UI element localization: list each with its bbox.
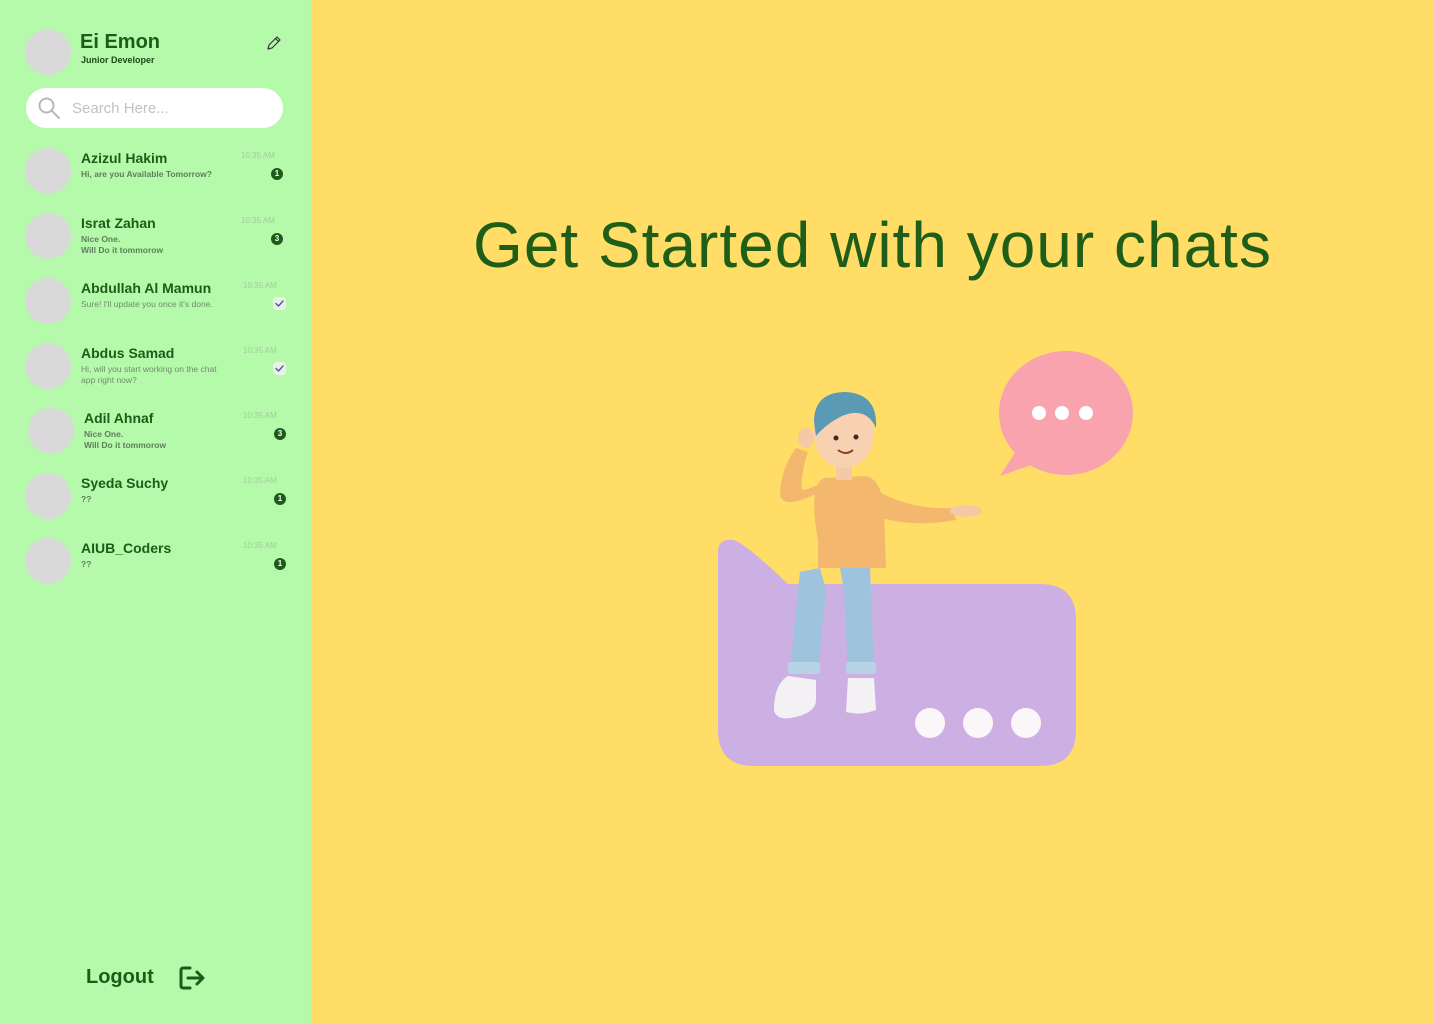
chat-avatar — [25, 213, 71, 259]
chat-avatar — [25, 538, 71, 584]
sidebar: Ei Emon Junior Developer Azizul Hakim Hi,… — [0, 0, 311, 1024]
pink-speech-bubble-icon — [999, 351, 1133, 476]
profile-name: Ei Emon — [80, 31, 161, 53]
unread-count-badge: 1 — [274, 558, 286, 570]
logout-label: Logout — [86, 966, 154, 988]
profile-avatar[interactable] — [25, 29, 71, 75]
unread-count-badge: 3 — [271, 233, 283, 245]
chat-name: Syeda Suchy — [81, 475, 169, 491]
chat-last-message: Hi, will you start working on the chat a… — [81, 364, 217, 385]
chat-list-item[interactable]: AIUB_Coders?? 10:35 AM 1 — [0, 538, 311, 598]
chat-illustration — [690, 340, 1150, 780]
chat-name: Abdus Samad — [81, 345, 175, 361]
unread-count-badge: 1 — [271, 168, 283, 180]
search-input[interactable] — [72, 96, 267, 120]
chat-time: 10:35 AM — [243, 476, 277, 485]
chat-list-item[interactable]: Israt Zahan Nice One. Will Do it tommorow… — [0, 213, 311, 273]
chat-time: 10:35 AM — [243, 281, 277, 290]
logout-icon — [178, 965, 208, 991]
profile-role: Junior Developer — [81, 55, 155, 65]
chat-avatar — [25, 473, 71, 519]
chat-last-message: Sure! I'll update you once it's done. — [81, 299, 213, 309]
chat-last-message: ?? — [81, 559, 92, 569]
chat-avatar — [25, 278, 71, 324]
chat-list-item[interactable]: Adil Ahnaf Nice One. Will Do it tommorow 1… — [0, 408, 311, 468]
chat-list-item[interactable]: Azizul Hakim Hi, are you Available Tomorr… — [0, 148, 311, 208]
chat-time: 10:35 AM — [243, 346, 277, 355]
chat-name: Israt Zahan — [81, 215, 156, 231]
chat-time: 10:35 AM — [241, 151, 275, 160]
search-bar — [26, 88, 283, 128]
chat-last-message: ?? — [81, 494, 92, 504]
chat-last-message: Hi, are you Available Tomorrow? — [81, 169, 212, 179]
chat-avatar — [25, 148, 71, 194]
chat-name: Abdullah Al Mamun — [81, 280, 212, 296]
purple-chat-bubble-icon — [718, 539, 1076, 766]
chat-list-item[interactable]: Syeda Suchy?? 10:35 AM 1 — [0, 473, 311, 533]
chat-avatar — [28, 408, 74, 454]
read-check-icon — [273, 297, 286, 310]
chat-time: 10:35 AM — [241, 216, 275, 225]
chat-name: Adil Ahnaf — [84, 410, 154, 426]
unread-count-badge: 1 — [274, 493, 286, 505]
unread-count-badge: 3 — [274, 428, 286, 440]
chat-list-item[interactable]: Abdus Samad Hi, will you start working on… — [0, 343, 311, 403]
page-title: Get Started with your chats — [473, 209, 1272, 281]
chat-avatar — [25, 343, 71, 389]
chat-name: Azizul Hakim — [81, 150, 168, 166]
chat-name: AIUB_Coders — [81, 540, 172, 556]
chat-last-message: Nice One. Will Do it tommorow — [84, 429, 167, 450]
chat-time: 10:35 AM — [243, 411, 277, 420]
chat-last-message: Nice One. Will Do it tommorow — [81, 234, 164, 255]
pencil-icon[interactable] — [264, 33, 284, 53]
chat-time: 10:35 AM — [243, 541, 277, 550]
read-check-icon — [273, 362, 286, 375]
chat-list-item[interactable]: Abdullah Al Mamun Sure! I'll update you o… — [0, 278, 311, 338]
search-icon — [37, 96, 61, 120]
